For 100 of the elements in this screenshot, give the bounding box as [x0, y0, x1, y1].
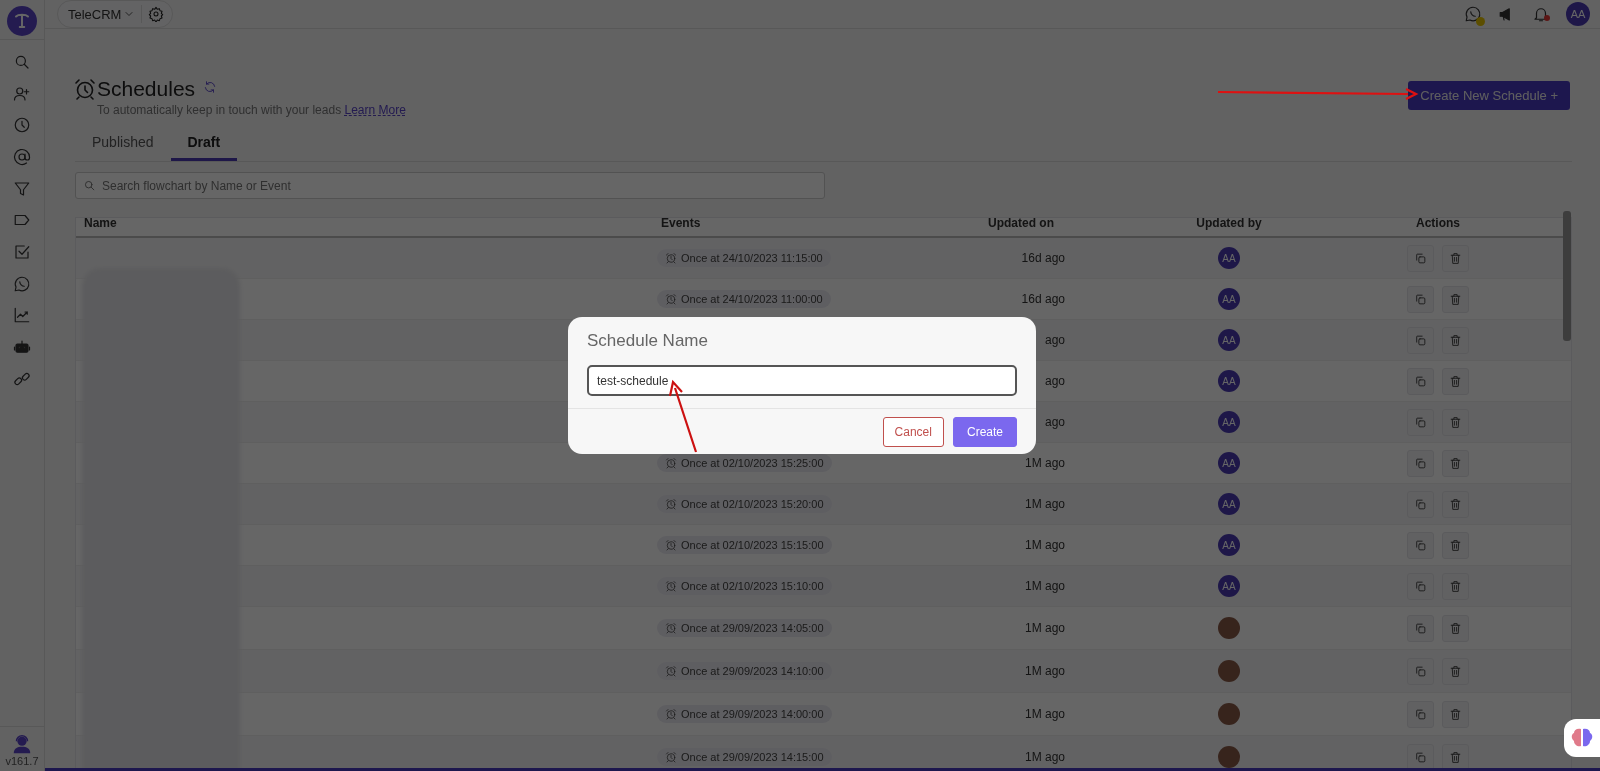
- duplicate-button[interactable]: [1407, 490, 1434, 518]
- copy-icon: [1414, 292, 1427, 306]
- add-user-icon[interactable]: [13, 84, 31, 103]
- filter-icon[interactable]: [13, 179, 31, 198]
- modal-title: Schedule Name: [586, 330, 709, 351]
- trash-icon: [1449, 292, 1462, 306]
- table-cell-text: ago: [1043, 333, 1066, 347]
- trash-icon: [1449, 707, 1462, 721]
- delete-button[interactable]: [1442, 614, 1469, 642]
- copy-icon: [1414, 750, 1427, 764]
- duplicate-button[interactable]: [1407, 367, 1434, 395]
- event-text: Once at 24/10/2023 11:15:00: [681, 251, 823, 264]
- copy-icon: [1414, 374, 1427, 388]
- table-cell-text: 1M ago: [1023, 621, 1066, 635]
- tab[interactable]: Draft: [170, 127, 238, 161]
- duplicate-button[interactable]: [1407, 743, 1434, 768]
- duplicate-button[interactable]: [1407, 657, 1434, 685]
- delete-button[interactable]: [1442, 285, 1469, 313]
- scrollbar[interactable]: [1563, 211, 1571, 341]
- event-text: Once at 02/10/2023 15:20:00: [681, 497, 824, 510]
- copy-icon: [1414, 415, 1427, 429]
- trash-icon: [1449, 251, 1462, 265]
- table-cell-text: 1M ago: [1023, 664, 1066, 678]
- column-header: Events: [660, 216, 702, 230]
- delete-button[interactable]: [1442, 490, 1469, 518]
- alarm-clock-icon: [665, 251, 677, 264]
- page-title: Schedules: [97, 77, 196, 101]
- user-avatar[interactable]: AA: [1566, 2, 1590, 26]
- version-label: v161.7: [5, 755, 39, 767]
- delete-button[interactable]: [1442, 449, 1469, 477]
- table-cell-text: 1M ago: [1023, 538, 1066, 552]
- trash-icon: [1449, 621, 1462, 635]
- chat-notification-icon[interactable]: [1464, 5, 1482, 23]
- duplicate-button[interactable]: [1407, 449, 1434, 477]
- copy-icon: [1414, 664, 1427, 678]
- learn-more-link[interactable]: Learn More: [344, 103, 406, 117]
- event-text: Once at 29/09/2023 14:15:00: [681, 750, 824, 763]
- create-button[interactable]: Create: [952, 417, 1017, 447]
- duplicate-button[interactable]: [1407, 244, 1434, 272]
- duplicate-button[interactable]: [1407, 614, 1434, 642]
- user-avatar: AA: [1218, 329, 1240, 351]
- checkbox-icon[interactable]: [13, 242, 31, 261]
- trash-icon: [1449, 415, 1462, 429]
- user-avatar: [1218, 617, 1240, 639]
- delete-button[interactable]: [1442, 367, 1469, 395]
- refresh-icon[interactable]: [203, 80, 218, 94]
- user-avatar: AA: [1218, 575, 1240, 597]
- delete-button[interactable]: [1442, 700, 1469, 728]
- alarm-clock-icon: [665, 538, 677, 551]
- settings-icon[interactable]: [148, 6, 165, 22]
- delete-button[interactable]: [1442, 572, 1469, 600]
- trash-icon: [1449, 538, 1462, 552]
- copy-icon: [1414, 579, 1427, 593]
- chat-icon[interactable]: [13, 274, 31, 293]
- alarm-clock-icon: [665, 292, 677, 305]
- table-cell-text: 1M ago: [1023, 456, 1066, 470]
- brain-icon[interactable]: [1570, 727, 1594, 749]
- event-text: Once at 29/09/2023 14:10:00: [681, 664, 824, 677]
- at-sign-icon[interactable]: [13, 147, 31, 166]
- cancel-button[interactable]: Cancel: [882, 417, 944, 447]
- duplicate-button[interactable]: [1407, 572, 1434, 600]
- delete-button[interactable]: [1442, 408, 1469, 436]
- delete-button[interactable]: [1442, 743, 1469, 768]
- alarm-clock-icon: [665, 621, 677, 634]
- column-header: Updated by: [1195, 216, 1263, 230]
- alarm-clock-icon: [665, 707, 677, 720]
- alarm-clock-icon: [665, 750, 677, 763]
- logo-icon[interactable]: [7, 6, 37, 36]
- alarm-clock-icon: [665, 497, 677, 510]
- clock-icon[interactable]: [13, 116, 31, 135]
- support-agent-icon[interactable]: [11, 733, 33, 755]
- copy-icon: [1414, 538, 1427, 552]
- table-cell-text: 1M ago: [1023, 750, 1066, 764]
- duplicate-button[interactable]: [1407, 326, 1434, 354]
- duplicate-button[interactable]: [1407, 285, 1434, 313]
- table-cell-text: 16d ago: [1020, 251, 1066, 265]
- create-new-schedule-button[interactable]: Create New Schedule +: [1408, 81, 1570, 110]
- tab[interactable]: Published: [75, 127, 171, 161]
- table-cell-text: 1M ago: [1023, 707, 1066, 721]
- duplicate-button[interactable]: [1407, 531, 1434, 559]
- bell-icon[interactable]: [1532, 5, 1550, 23]
- copy-icon: [1414, 251, 1427, 265]
- user-avatar: AA: [1218, 534, 1240, 556]
- delete-button[interactable]: [1442, 657, 1469, 685]
- delete-button[interactable]: [1442, 244, 1469, 272]
- event-text: Once at 29/09/2023 14:00:00: [681, 707, 824, 720]
- schedule-name-field[interactable]: test-schedule: [587, 365, 1017, 396]
- delete-button[interactable]: [1442, 326, 1469, 354]
- delete-button[interactable]: [1442, 531, 1469, 559]
- table-cell-text: ago: [1043, 374, 1066, 388]
- user-avatar: [1218, 746, 1240, 768]
- alarm-clock-icon: [73, 77, 97, 101]
- user-avatar: AA: [1218, 247, 1240, 269]
- alarm-clock-icon: [665, 664, 677, 677]
- user-avatar: AA: [1218, 370, 1240, 392]
- duplicate-button[interactable]: [1407, 700, 1434, 728]
- event-text: Once at 29/09/2023 14:05:00: [681, 621, 824, 634]
- duplicate-button[interactable]: [1407, 408, 1434, 436]
- chart-icon[interactable]: [13, 306, 31, 325]
- table-cell-text: 1M ago: [1023, 497, 1066, 511]
